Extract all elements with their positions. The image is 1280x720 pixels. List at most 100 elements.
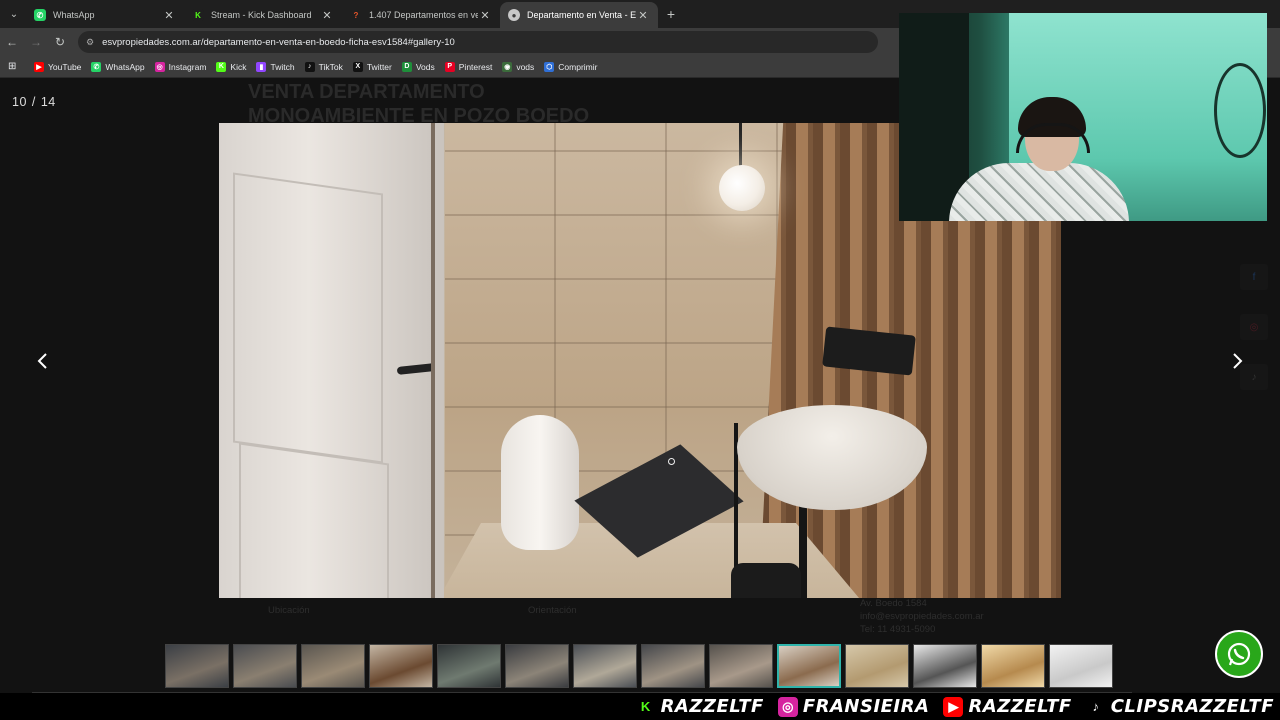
stream-social-banner: K RAZZELTF ◎ FRANSIEIRA ▶ RAZZELTF ♪ CLIPSRAZZE… <box>0 693 1280 720</box>
bookmark-pinterest[interactable]: P Pinterest <box>444 61 493 72</box>
bookmark-tiktok[interactable]: ♪ TikTok <box>304 61 343 72</box>
tab-kick-dashboard[interactable]: K Stream - Kick Dashboard ✕ <box>184 2 342 28</box>
mouse-cursor <box>668 458 675 465</box>
gallery-current: 10 <box>12 95 27 109</box>
gallery-thumbnail[interactable] <box>1049 644 1113 688</box>
gallery-thumbnail[interactable] <box>505 644 569 688</box>
address-bar[interactable]: ⚙ esvpropiedades.com.ar/departamento-en-… <box>78 31 878 53</box>
tab-esv-propiedades[interactable]: ● Departamento en Venta - ESV P ✕ <box>500 2 658 28</box>
bookmark-youtube[interactable]: ▶ YouTube <box>34 61 82 72</box>
bookmark-label: Vods <box>415 61 435 72</box>
new-tab-button[interactable]: + <box>658 6 684 22</box>
vods-icon: D <box>401 61 412 72</box>
globe-icon: ● <box>508 9 520 21</box>
pinterest-icon: P <box>444 61 455 72</box>
chevron-left-icon <box>37 353 47 369</box>
twitch-icon: ▮ <box>256 61 267 72</box>
bookmark-label: Kick <box>230 61 247 72</box>
footer-address: Av. Boedo 1584 <box>860 598 927 609</box>
bookmark-label: YouTube <box>48 61 82 72</box>
banner-handle: FRANSIEIRA <box>802 696 930 717</box>
bookmark-twitch[interactable]: ▮ Twitch <box>256 61 295 72</box>
back-icon[interactable]: ← <box>0 35 24 49</box>
site-info-icon[interactable]: ⚙ <box>86 37 94 48</box>
bookmark-instagram[interactable]: ◎ Instagram <box>154 61 207 72</box>
tab-search-icon[interactable]: ⌄ <box>2 2 26 26</box>
bookmark-label: Instagram <box>168 61 207 72</box>
whatsapp-icon: ✆ <box>91 61 102 72</box>
gallery-thumbnail[interactable] <box>709 644 773 688</box>
thumbnail-strip <box>165 644 1113 688</box>
bookmark-label: WhatsApp <box>105 61 145 72</box>
url-text: esvpropiedades.com.ar/departamento-en-ve… <box>102 36 455 48</box>
tab-title: Departamento en Venta - ESV P <box>527 10 636 20</box>
banner-item: ♪ CLIPSRAZZELTF <box>1085 696 1274 717</box>
footer-orientation-label: Orientación <box>528 605 577 616</box>
bookmark-twitter[interactable]: X Twitter <box>352 61 392 72</box>
tab-title: 1.407 Departamentos en venta <box>369 10 478 20</box>
instagram-icon[interactable]: ◎ <box>1240 314 1268 340</box>
tab-title: Stream - Kick Dashboard <box>211 10 312 20</box>
footer-location-label: Ubicación <box>268 605 310 616</box>
facebook-icon[interactable]: f <box>1240 264 1268 290</box>
bookmark-label: Twitch <box>270 61 295 72</box>
bookmark-label: vods <box>516 61 535 72</box>
listing-title: VENTA DEPARTAMENTO MONOAMBIENTE EN POZO … <box>248 81 590 127</box>
gallery-thumbnail[interactable] <box>777 644 841 688</box>
instagram-icon: ◎ <box>154 61 165 72</box>
bookmark-vods[interactable]: ◉ vods <box>502 61 535 72</box>
gallery-thumbnail[interactable] <box>845 644 909 688</box>
tab-whatsapp[interactable]: ✆ WhatsApp ✕ <box>26 2 184 28</box>
bookmark-vods[interactable]: D Vods <box>401 61 435 72</box>
close-icon[interactable]: ✕ <box>162 9 176 22</box>
banner-item: ▶ RAZZELTF <box>943 696 1071 717</box>
gallery-thumbnail[interactable] <box>981 644 1045 688</box>
reload-icon[interactable]: ↻ <box>48 35 72 49</box>
footer-phone: Tel: 11 4931-5090 <box>860 624 936 635</box>
gallery-thumbnail[interactable] <box>165 644 229 688</box>
bookmark-kick[interactable]: K Kick <box>216 61 247 72</box>
gallery-total: 14 <box>40 95 56 109</box>
zonaprop-icon: ? <box>353 10 359 20</box>
bookmark-whatsapp[interactable]: ✆ WhatsApp <box>91 61 145 72</box>
forward-icon[interactable]: → <box>24 35 48 49</box>
kick-icon: K <box>640 699 651 714</box>
youtube-icon: ▶ <box>943 696 964 717</box>
youtube-icon: ▶ <box>34 61 44 72</box>
compress-icon: ⬡ <box>544 61 555 72</box>
fan-image <box>1214 63 1266 158</box>
tiktok-icon: ♪ <box>304 61 315 72</box>
gallery-thumbnail[interactable] <box>641 644 705 688</box>
previous-image-button[interactable] <box>27 346 57 376</box>
tiktok-icon: ♪ <box>1085 696 1106 717</box>
tab-title: WhatsApp <box>53 10 95 20</box>
whatsapp-icon: ✆ <box>34 9 46 21</box>
tab-departamentos[interactable]: ? 1.407 Departamentos en venta ✕ <box>342 2 500 28</box>
banner-handle: RAZZELTF <box>968 696 1072 717</box>
kick-icon: K <box>192 9 204 21</box>
banner-handle: CLIPSRAZZELTF <box>1110 696 1274 717</box>
close-icon[interactable]: ✕ <box>320 9 334 22</box>
banner-item: ◎ FRANSIEIRA <box>777 696 930 717</box>
gallery-thumbnail[interactable] <box>573 644 637 688</box>
bookmark-label: Pinterest <box>458 61 493 72</box>
banner-handle: RAZZELTF <box>660 696 764 717</box>
vods-icon: ◉ <box>502 61 513 72</box>
gallery-thumbnail[interactable] <box>233 644 297 688</box>
close-icon[interactable]: ✕ <box>478 9 492 22</box>
twitter-icon: X <box>352 61 363 72</box>
bookmark-comprimir[interactable]: ⬡ Comprimir <box>544 61 597 72</box>
bookmark-label: TikTok <box>318 61 343 72</box>
gallery-thumbnail[interactable] <box>369 644 433 688</box>
footer-email: info@esvpropiedades.com.ar <box>860 611 984 622</box>
webcam-overlay <box>899 13 1267 221</box>
whatsapp-icon <box>1227 642 1251 666</box>
gallery-thumbnail[interactable] <box>301 644 365 688</box>
apps-grid-icon[interactable]: ⊞ <box>8 61 22 72</box>
close-icon[interactable]: ✕ <box>636 9 650 22</box>
kick-icon: K <box>216 61 227 72</box>
gallery-thumbnail[interactable] <box>437 644 501 688</box>
tiktok-icon[interactable]: ♪ <box>1240 364 1268 390</box>
whatsapp-float-button[interactable] <box>1215 630 1263 678</box>
gallery-thumbnail[interactable] <box>913 644 977 688</box>
